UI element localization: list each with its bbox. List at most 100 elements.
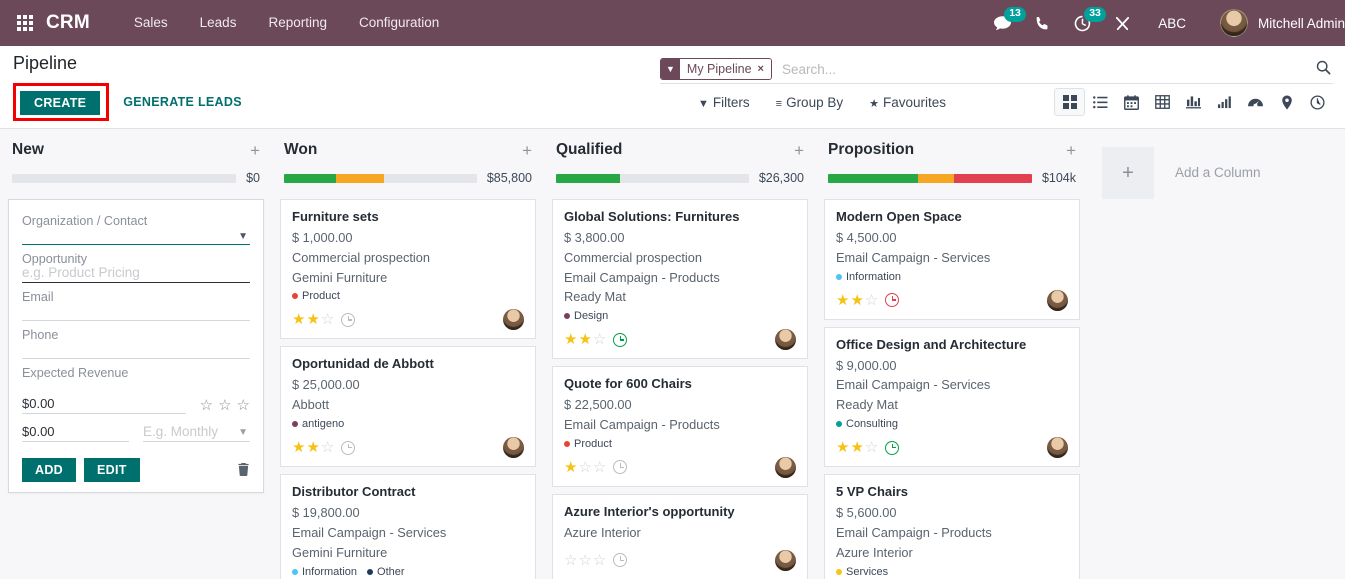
- card-avatar[interactable]: [503, 437, 524, 459]
- card-tag[interactable]: Information: [836, 271, 901, 283]
- card-star-2[interactable]: ★: [306, 440, 319, 455]
- kanban-card[interactable]: Distributor Contract $ 19,800.00 Email Cam…: [280, 474, 536, 579]
- nav-item-sales[interactable]: Sales: [118, 0, 184, 46]
- column-progress-bar[interactable]: [12, 173, 237, 183]
- progress-segment-0[interactable]: [556, 173, 620, 183]
- card-star-2[interactable]: ★: [850, 293, 863, 308]
- phone-icon[interactable]: [1022, 0, 1062, 46]
- column-progress-bar[interactable]: [284, 173, 477, 183]
- view-activity-button[interactable]: [1302, 88, 1333, 116]
- card-avatar[interactable]: [775, 549, 796, 571]
- apps-grid-icon[interactable]: [8, 15, 42, 31]
- card-tag[interactable]: Design: [564, 310, 608, 322]
- column-title-won[interactable]: Won: [284, 141, 317, 159]
- card-star-1[interactable]: ★: [292, 440, 305, 455]
- progress-segment-0[interactable]: [284, 173, 337, 183]
- card-star-3[interactable]: ☆: [865, 293, 878, 308]
- card-tag[interactable]: Services: [836, 566, 888, 578]
- view-dashboard-button[interactable]: [1240, 88, 1271, 116]
- view-kanban-button[interactable]: [1054, 88, 1085, 116]
- nav-item-leads[interactable]: Leads: [184, 0, 253, 46]
- view-chart-button[interactable]: [1209, 88, 1240, 116]
- card-star-3[interactable]: ☆: [321, 312, 334, 327]
- progress-segment-0[interactable]: [828, 173, 918, 183]
- group-by-menu[interactable]: ≡ Group By: [776, 95, 843, 110]
- messaging-icon[interactable]: 13: [982, 0, 1026, 46]
- view-calendar-button[interactable]: [1116, 88, 1147, 116]
- column-add-record-icon[interactable]: +: [794, 142, 804, 159]
- create-button[interactable]: CREATE: [20, 91, 101, 115]
- kanban-card[interactable]: Furniture sets $ 1,000.00 Commercial prosp…: [280, 199, 536, 340]
- activity-clock-icon[interactable]: [341, 440, 356, 455]
- view-graph-button[interactable]: [1178, 88, 1209, 116]
- kanban-card[interactable]: Office Design and Architecture $ 9,000.00…: [824, 326, 1080, 468]
- opportunity-field-input[interactable]: [22, 282, 250, 283]
- edit-button[interactable]: EDIT: [83, 458, 140, 482]
- add-column-icon[interactable]: +: [1102, 147, 1154, 199]
- card-avatar[interactable]: [775, 329, 796, 351]
- column-add-record-icon[interactable]: +: [522, 142, 532, 159]
- expected-revenue-input[interactable]: $0.00: [22, 396, 186, 414]
- app-brand-crm[interactable]: CRM: [46, 12, 90, 34]
- nav-item-configuration[interactable]: Configuration: [343, 0, 455, 46]
- card-star-1[interactable]: ★: [292, 312, 305, 327]
- card-star-3[interactable]: ☆: [593, 460, 606, 475]
- card-star-2[interactable]: ☆: [578, 460, 591, 475]
- card-avatar[interactable]: [1047, 437, 1068, 459]
- priority-star-1[interactable]: ☆: [200, 398, 213, 413]
- card-star-1[interactable]: ☆: [564, 553, 577, 568]
- activity-clock-icon[interactable]: [613, 332, 628, 347]
- user-menu[interactable]: Mitchell Admin: [1202, 9, 1345, 37]
- trash-icon[interactable]: [237, 462, 250, 479]
- activity-clock-icon[interactable]: [613, 553, 628, 568]
- card-star-3[interactable]: ☆: [593, 332, 606, 347]
- card-tag[interactable]: Product: [292, 290, 340, 302]
- recurring-plan-select[interactable]: E.g. Monthly ▼: [143, 424, 250, 442]
- card-tag[interactable]: Product: [564, 438, 612, 450]
- search-facet-my-pipeline[interactable]: ▼ My Pipeline ×: [660, 58, 772, 80]
- card-tag[interactable]: Information: [292, 566, 357, 578]
- card-star-1[interactable]: ★: [836, 440, 849, 455]
- priority-star-3[interactable]: ☆: [237, 398, 250, 413]
- kanban-card[interactable]: Modern Open Space $ 4,500.00 Email Campaig…: [824, 199, 1080, 320]
- card-star-1[interactable]: ★: [564, 460, 577, 475]
- column-title-new[interactable]: New: [12, 141, 44, 159]
- card-avatar[interactable]: [775, 456, 796, 478]
- kanban-card[interactable]: Oportunidad de Abbott $ 25,000.00 Abbott an…: [280, 346, 536, 468]
- email-field-input[interactable]: [22, 320, 250, 321]
- kanban-card[interactable]: Azure Interior's opportunity Azure Interi…: [552, 493, 808, 579]
- column-progress-bar[interactable]: [828, 173, 1032, 183]
- add-button[interactable]: ADD: [22, 458, 76, 482]
- phone-field-input[interactable]: [22, 358, 250, 359]
- card-tag[interactable]: Consulting: [836, 418, 898, 430]
- filters-menu[interactable]: ▼ Filters: [698, 95, 750, 110]
- card-star-2[interactable]: ★: [850, 440, 863, 455]
- priority-star-2[interactable]: ☆: [218, 398, 231, 413]
- card-star-3[interactable]: ☆: [321, 440, 334, 455]
- view-map-button[interactable]: [1271, 88, 1302, 116]
- column-title-proposition[interactable]: Proposition: [828, 141, 914, 159]
- card-star-1[interactable]: ★: [564, 332, 577, 347]
- activity-clock-icon[interactable]: [613, 460, 628, 475]
- activity-clock-icon[interactable]: [341, 312, 356, 327]
- column-progress-bar[interactable]: [556, 173, 749, 183]
- chevron-down-icon[interactable]: ▼: [238, 427, 248, 438]
- card-avatar[interactable]: [1047, 289, 1068, 311]
- favourites-menu[interactable]: ★ Favourites: [869, 95, 946, 110]
- view-list-button[interactable]: [1085, 88, 1116, 116]
- column-add-record-icon[interactable]: +: [250, 142, 260, 159]
- add-column-label[interactable]: Add a Column: [1175, 165, 1261, 180]
- progress-segment-1[interactable]: [917, 173, 955, 183]
- card-star-3[interactable]: ☆: [865, 440, 878, 455]
- column-title-qualified[interactable]: Qualified: [556, 141, 622, 159]
- recurring-revenue-input[interactable]: $0.00: [22, 424, 129, 442]
- search-icon[interactable]: [1316, 60, 1333, 79]
- kanban-card[interactable]: Global Solutions: Furnitures $ 3,800.00 Co…: [552, 199, 808, 360]
- card-star-2[interactable]: ☆: [578, 553, 591, 568]
- language-abc-label[interactable]: ABC: [1142, 16, 1202, 31]
- card-star-2[interactable]: ★: [578, 332, 591, 347]
- activity-clock-icon[interactable]: [885, 293, 900, 308]
- card-avatar[interactable]: [503, 309, 524, 331]
- chevron-down-icon[interactable]: ▼: [238, 231, 248, 242]
- nav-item-reporting[interactable]: Reporting: [252, 0, 343, 46]
